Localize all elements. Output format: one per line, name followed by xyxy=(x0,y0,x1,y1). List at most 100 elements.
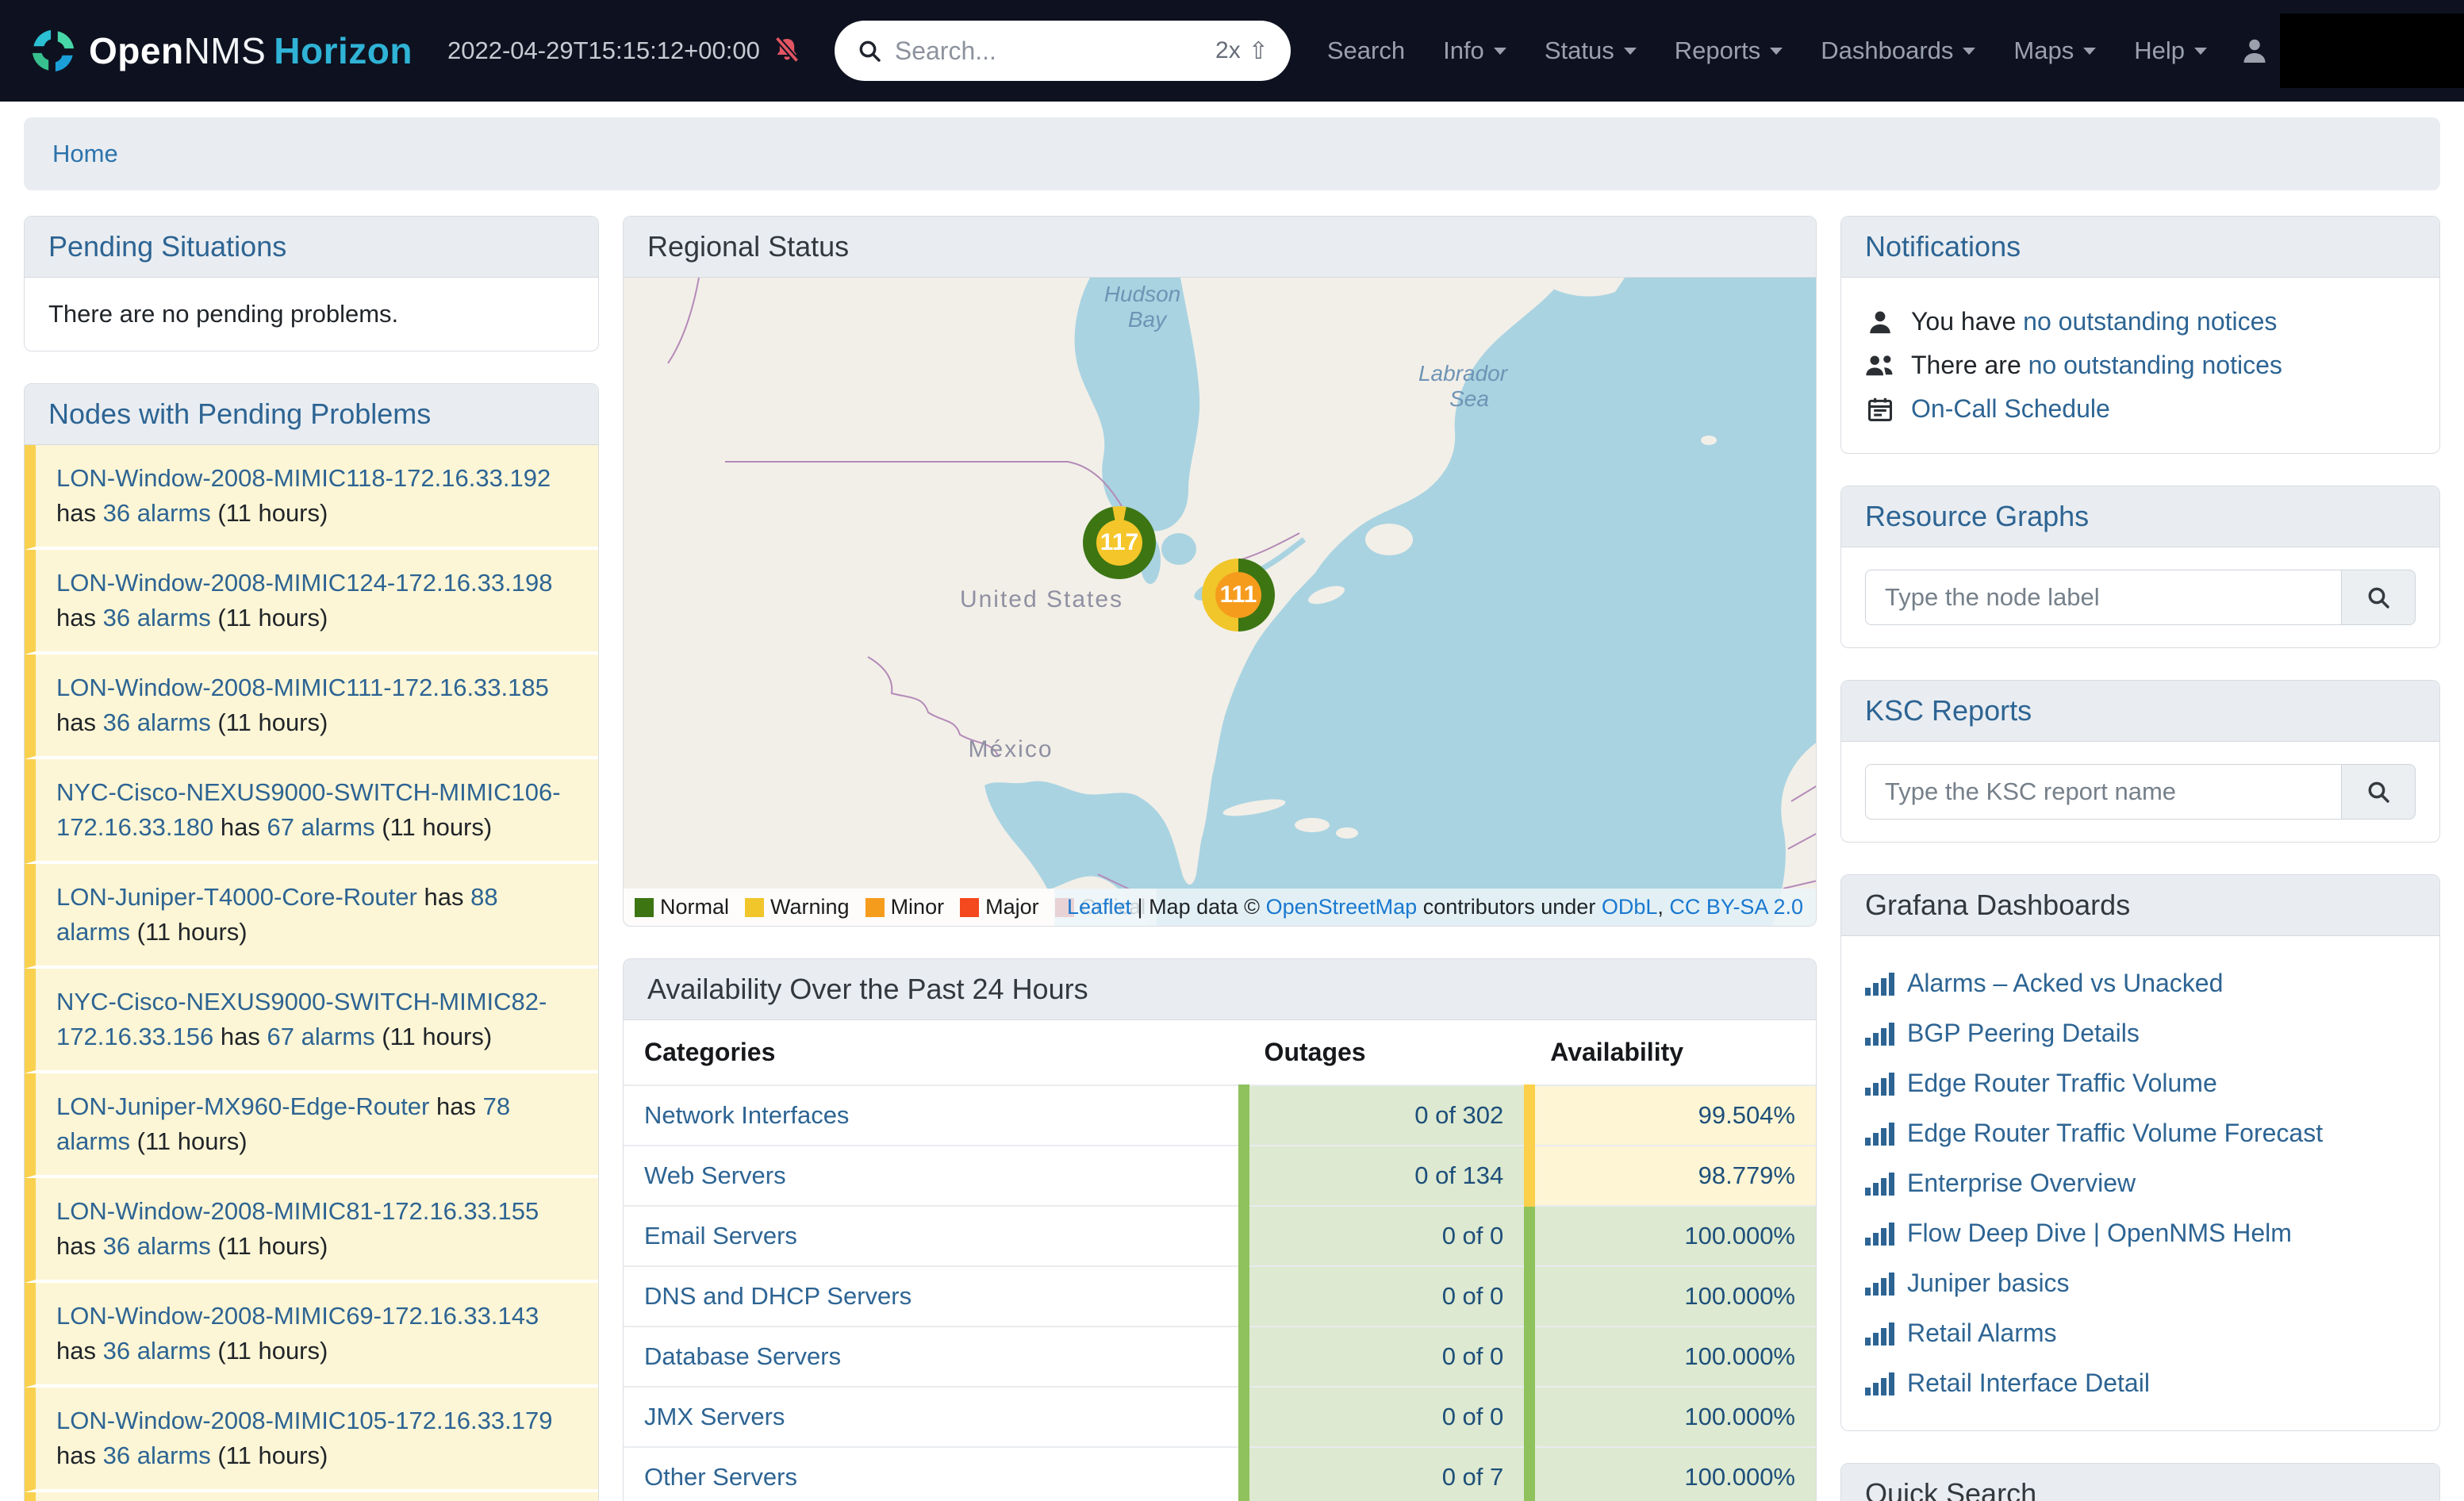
availability-row: Web Servers 0 of 134 98.779% xyxy=(624,1146,1816,1206)
grafana-item: BGP Peering Details xyxy=(1865,1008,2416,1058)
map-cluster-marker[interactable]: 111 xyxy=(1202,559,1275,631)
category-link[interactable]: Other Servers xyxy=(644,1463,797,1491)
user-icon xyxy=(2240,36,2269,65)
duration-text: (11 hours) xyxy=(217,499,328,527)
category-link[interactable]: Database Servers xyxy=(644,1342,841,1370)
breadcrumb-home[interactable]: Home xyxy=(52,140,118,168)
availability-row: Other Servers 0 of 7 100.000% xyxy=(624,1447,1816,1501)
menu-reports[interactable]: Reports xyxy=(1675,36,1783,65)
regional-status-map[interactable]: Hudson Bay Labrador Sea United States Mé… xyxy=(624,278,1816,926)
duration-text: (11 hours) xyxy=(217,1337,328,1365)
map-label-mexico: México xyxy=(968,736,1053,762)
grafana-link[interactable]: Enterprise Overview xyxy=(1907,1169,2136,1198)
availability-cell: 100.000% xyxy=(1529,1266,1816,1326)
pending-problem-row: NYC-Cisco-NEXUS9000-SWITCH-MIMIC82-172.1… xyxy=(25,969,598,1073)
category-link[interactable]: Web Servers xyxy=(644,1161,786,1189)
duration-text: (11 hours) xyxy=(217,1441,328,1469)
regional-status-title: Regional Status xyxy=(624,217,1816,278)
leaflet-link[interactable]: Leaflet xyxy=(1067,895,1131,919)
alarms-link[interactable]: 67 alarms xyxy=(267,1023,374,1050)
menu-maps[interactable]: Maps xyxy=(2013,36,2096,65)
category-link[interactable]: JMX Servers xyxy=(644,1403,785,1430)
grafana-link[interactable]: Juniper basics xyxy=(1907,1269,2070,1298)
quick-search-card: Quick Search Node ID Node label xyxy=(1840,1463,2440,1501)
outages-cell: 0 of 302 xyxy=(1244,1085,1530,1146)
grafana-link[interactable]: Retail Interface Detail xyxy=(1907,1369,2150,1398)
alarms-link[interactable]: 36 alarms xyxy=(103,499,211,527)
ccbysa-link[interactable]: CC BY-SA 2.0 xyxy=(1669,895,1803,919)
bar-chart-icon xyxy=(1865,972,1894,996)
bar-chart-icon xyxy=(1865,1222,1894,1246)
pending-situations-empty: There are no pending problems. xyxy=(25,278,598,351)
category-link[interactable]: DNS and DHCP Servers xyxy=(644,1282,912,1310)
map-label-hudson: Hudson xyxy=(1104,282,1181,306)
availability-row: Email Servers 0 of 0 100.000% xyxy=(624,1206,1816,1266)
oncall-schedule-link[interactable]: On-Call Schedule xyxy=(1911,394,2110,424)
alarms-link[interactable]: 36 alarms xyxy=(103,1337,211,1365)
category-link[interactable]: Network Interfaces xyxy=(644,1101,849,1129)
menu-info[interactable]: Info xyxy=(1443,36,1506,65)
outages-cell: 0 of 7 xyxy=(1244,1447,1530,1501)
alarms-link[interactable]: 36 alarms xyxy=(103,1232,211,1260)
resource-graphs-title: Resource Graphs xyxy=(1841,486,2439,547)
grafana-link[interactable]: Retail Alarms xyxy=(1907,1319,2057,1348)
outages-cell: 0 of 0 xyxy=(1244,1326,1530,1387)
odbl-link[interactable]: ODbL xyxy=(1602,895,1658,919)
user-menu[interactable] xyxy=(2240,13,2464,88)
duration-text: (11 hours) xyxy=(217,604,328,631)
alarms-link[interactable]: 36 alarms xyxy=(103,1441,211,1469)
global-search[interactable]: 2x⇧ xyxy=(835,21,1291,81)
osm-link[interactable]: OpenStreetMap xyxy=(1266,895,1418,919)
ksc-reports-search-button[interactable] xyxy=(2341,764,2416,820)
node-link[interactable]: LON-Window-2008-MIMIC111-172.16.33.185 xyxy=(56,674,549,701)
breadcrumb: Home xyxy=(24,117,2440,190)
resource-graphs-input[interactable] xyxy=(1865,570,2341,625)
bar-chart-icon xyxy=(1865,1322,1894,1346)
grafana-link[interactable]: Flow Deep Dive | OpenNMS Helm xyxy=(1907,1219,2292,1248)
col-availability: Availability xyxy=(1529,1020,1816,1085)
alarms-link[interactable]: 36 alarms xyxy=(103,604,211,631)
pending-problem-row: LON-Window-2008-MIMIC99-172.16.33.173 ha… xyxy=(25,1492,598,1501)
pending-nodes-title: Nodes with Pending Problems xyxy=(25,384,598,445)
all-notices-link[interactable]: no outstanding notices xyxy=(2028,351,2282,379)
grafana-item: Flow Deep Dive | OpenNMS Helm xyxy=(1865,1208,2416,1258)
chevron-down-icon xyxy=(1963,48,1975,55)
grafana-item: Edge Router Traffic Volume xyxy=(1865,1058,2416,1108)
map-cluster-marker[interactable]: 117 xyxy=(1083,506,1156,579)
grafana-link[interactable]: Edge Router Traffic Volume Forecast xyxy=(1907,1119,2323,1148)
pending-problem-row: LON-Juniper-T4000-Core-Router has 88 ala… xyxy=(25,864,598,969)
alarms-link[interactable]: 36 alarms xyxy=(103,708,211,736)
menu-help[interactable]: Help xyxy=(2134,36,2207,65)
node-link[interactable]: LON-Juniper-MX960-Edge-Router xyxy=(56,1092,429,1120)
grafana-link[interactable]: BGP Peering Details xyxy=(1907,1019,2140,1048)
user-notices-link[interactable]: no outstanding notices xyxy=(2023,307,2277,336)
resource-graphs-search-button[interactable] xyxy=(2341,570,2416,625)
search-input[interactable] xyxy=(895,36,1203,66)
availability-title: Availability Over the Past 24 Hours xyxy=(624,959,1816,1020)
brand[interactable]: OpenNMSHorizon xyxy=(30,28,413,74)
category-link[interactable]: Email Servers xyxy=(644,1222,797,1250)
duration-text: (11 hours) xyxy=(137,918,248,946)
pending-nodes-list: LON-Window-2008-MIMIC118-172.16.33.192 h… xyxy=(25,445,598,1501)
notifications-off-icon[interactable] xyxy=(771,35,803,67)
node-link[interactable]: LON-Window-2008-MIMIC105-172.16.33.179 xyxy=(56,1407,552,1434)
menu-status[interactable]: Status xyxy=(1545,36,1637,65)
grafana-link[interactable]: Edge Router Traffic Volume xyxy=(1907,1069,2217,1098)
node-link[interactable]: LON-Juniper-T4000-Core-Router xyxy=(56,883,417,911)
pending-problem-row: NYC-Cisco-NEXUS9000-SWITCH-MIMIC106-172.… xyxy=(25,759,598,864)
grafana-item: Enterprise Overview xyxy=(1865,1158,2416,1208)
pending-situations-card: Pending Situations There are no pending … xyxy=(24,216,599,351)
alarms-link[interactable]: 67 alarms xyxy=(267,813,374,841)
grafana-link[interactable]: Alarms – Acked vs Unacked xyxy=(1907,969,2223,998)
node-link[interactable]: LON-Window-2008-MIMIC118-172.16.33.192 xyxy=(56,464,551,492)
bar-chart-icon xyxy=(1865,1122,1894,1146)
regional-status-card: Regional Status xyxy=(623,216,1817,927)
node-link[interactable]: LON-Window-2008-MIMIC69-172.16.33.143 xyxy=(56,1302,539,1330)
ksc-reports-input[interactable] xyxy=(1865,764,2341,820)
menu-search[interactable]: Search xyxy=(1327,36,1405,65)
node-link[interactable]: LON-Window-2008-MIMIC124-172.16.33.198 xyxy=(56,569,552,597)
node-link[interactable]: LON-Window-2008-MIMIC81-172.16.33.155 xyxy=(56,1197,539,1225)
availability-cell: 100.000% xyxy=(1529,1206,1816,1266)
pending-problem-row: LON-Window-2008-MIMIC118-172.16.33.192 h… xyxy=(25,445,598,550)
menu-dashboards[interactable]: Dashboards xyxy=(1821,36,1975,65)
